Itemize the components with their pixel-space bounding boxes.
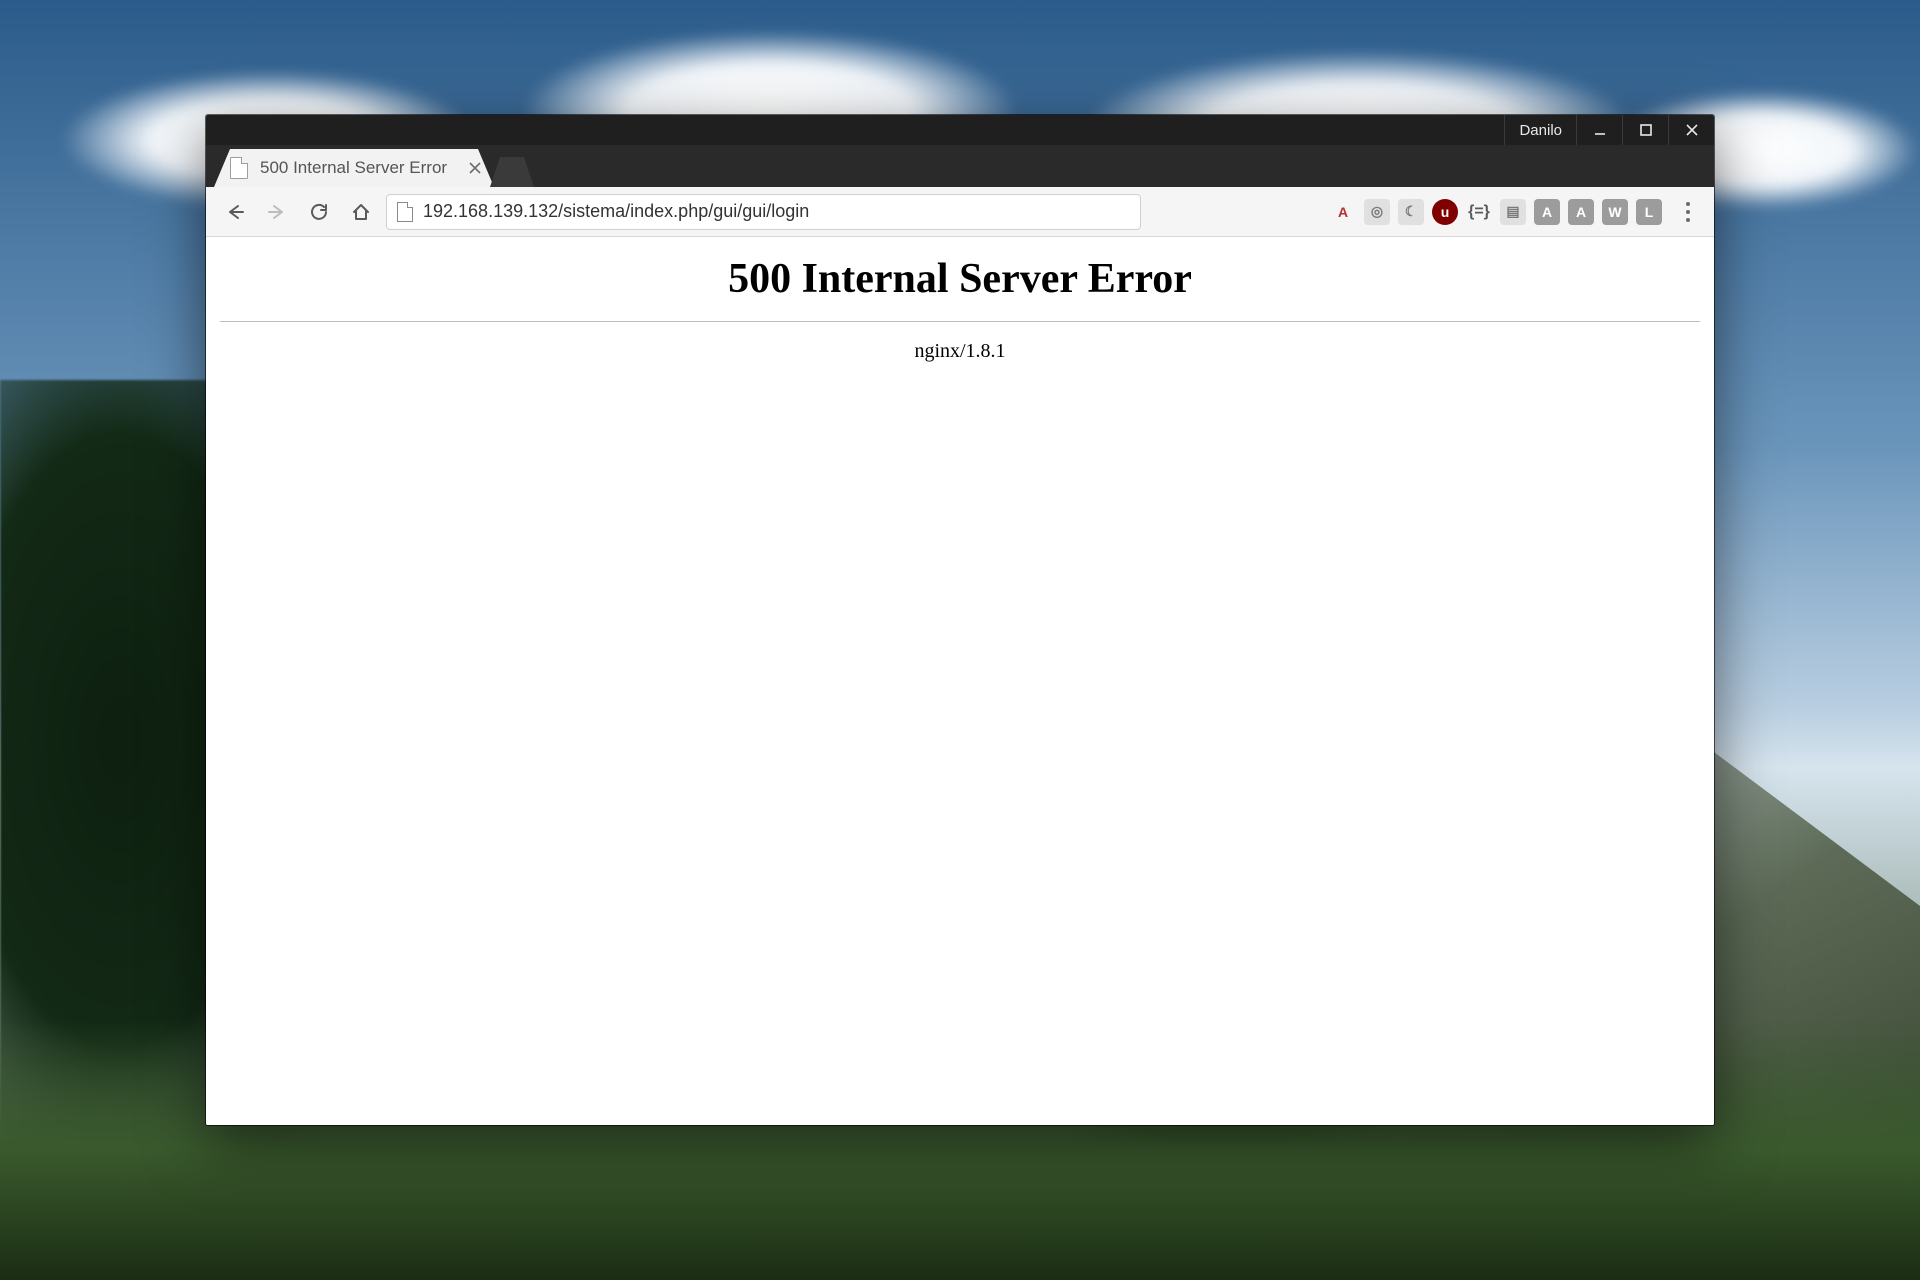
angular-devtools-icon[interactable]: A: [1330, 199, 1356, 225]
browser-toolbar: 192.168.139.132/sistema/index.php/gui/gu…: [206, 187, 1714, 237]
tab-title: 500 Internal Server Error: [260, 158, 447, 178]
new-tab-button[interactable]: [490, 157, 534, 187]
window-minimize-button[interactable]: [1576, 115, 1622, 145]
home-button[interactable]: [344, 195, 378, 229]
letter-a-icon[interactable]: A: [1534, 199, 1560, 225]
reload-icon: [309, 202, 329, 222]
file-icon: [397, 202, 413, 222]
window-close-button[interactable]: [1668, 115, 1714, 145]
home-icon: [351, 202, 371, 222]
brave-shield-icon[interactable]: ◎: [1364, 199, 1390, 225]
divider: [220, 321, 1700, 322]
letter-w-icon[interactable]: W: [1602, 199, 1628, 225]
kebab-dot-icon: [1686, 202, 1690, 206]
browser-tab[interactable]: 500 Internal Server Error: [214, 149, 494, 187]
arrow-right-icon: [267, 202, 287, 222]
kebab-dot-icon: [1686, 218, 1690, 222]
tab-strip: 500 Internal Server Error: [206, 145, 1714, 187]
forward-button[interactable]: [260, 195, 294, 229]
extension-icons: A◎☾u{=}▤AAWL: [1330, 199, 1666, 225]
close-icon: [469, 162, 481, 174]
close-icon: [1685, 123, 1699, 137]
brackets-icon[interactable]: {=}: [1466, 199, 1492, 225]
crescent-icon[interactable]: ☾: [1398, 199, 1424, 225]
letter-a2-icon[interactable]: A: [1568, 199, 1594, 225]
kebab-dot-icon: [1686, 210, 1690, 214]
error-page: 500 Internal Server Error nginx/1.8.1: [206, 237, 1714, 373]
window-maximize-button[interactable]: [1622, 115, 1668, 145]
address-bar[interactable]: 192.168.139.132/sistema/index.php/gui/gu…: [386, 194, 1141, 230]
browser-menu-button[interactable]: [1674, 202, 1702, 222]
window-titlebar: Danilo: [206, 115, 1714, 145]
reload-button[interactable]: [302, 195, 336, 229]
file-icon: [230, 157, 248, 179]
back-button[interactable]: [218, 195, 252, 229]
maximize-icon: [1639, 123, 1653, 137]
letter-l-icon[interactable]: L: [1636, 199, 1662, 225]
page-viewport: 500 Internal Server Error nginx/1.8.1: [206, 237, 1714, 1125]
server-signature: nginx/1.8.1: [214, 340, 1706, 363]
browser-window: Danilo 500 Internal Server Error: [206, 115, 1714, 1125]
profile-chip[interactable]: Danilo: [1504, 115, 1576, 145]
box-icon[interactable]: ▤: [1500, 199, 1526, 225]
tab-close-button[interactable]: [468, 161, 482, 175]
minimize-icon: [1593, 123, 1607, 137]
ublock-icon[interactable]: u: [1432, 199, 1458, 225]
arrow-left-icon: [225, 202, 245, 222]
url-text: 192.168.139.132/sistema/index.php/gui/gu…: [423, 201, 809, 222]
profile-name: Danilo: [1519, 122, 1562, 139]
error-heading: 500 Internal Server Error: [214, 255, 1706, 303]
